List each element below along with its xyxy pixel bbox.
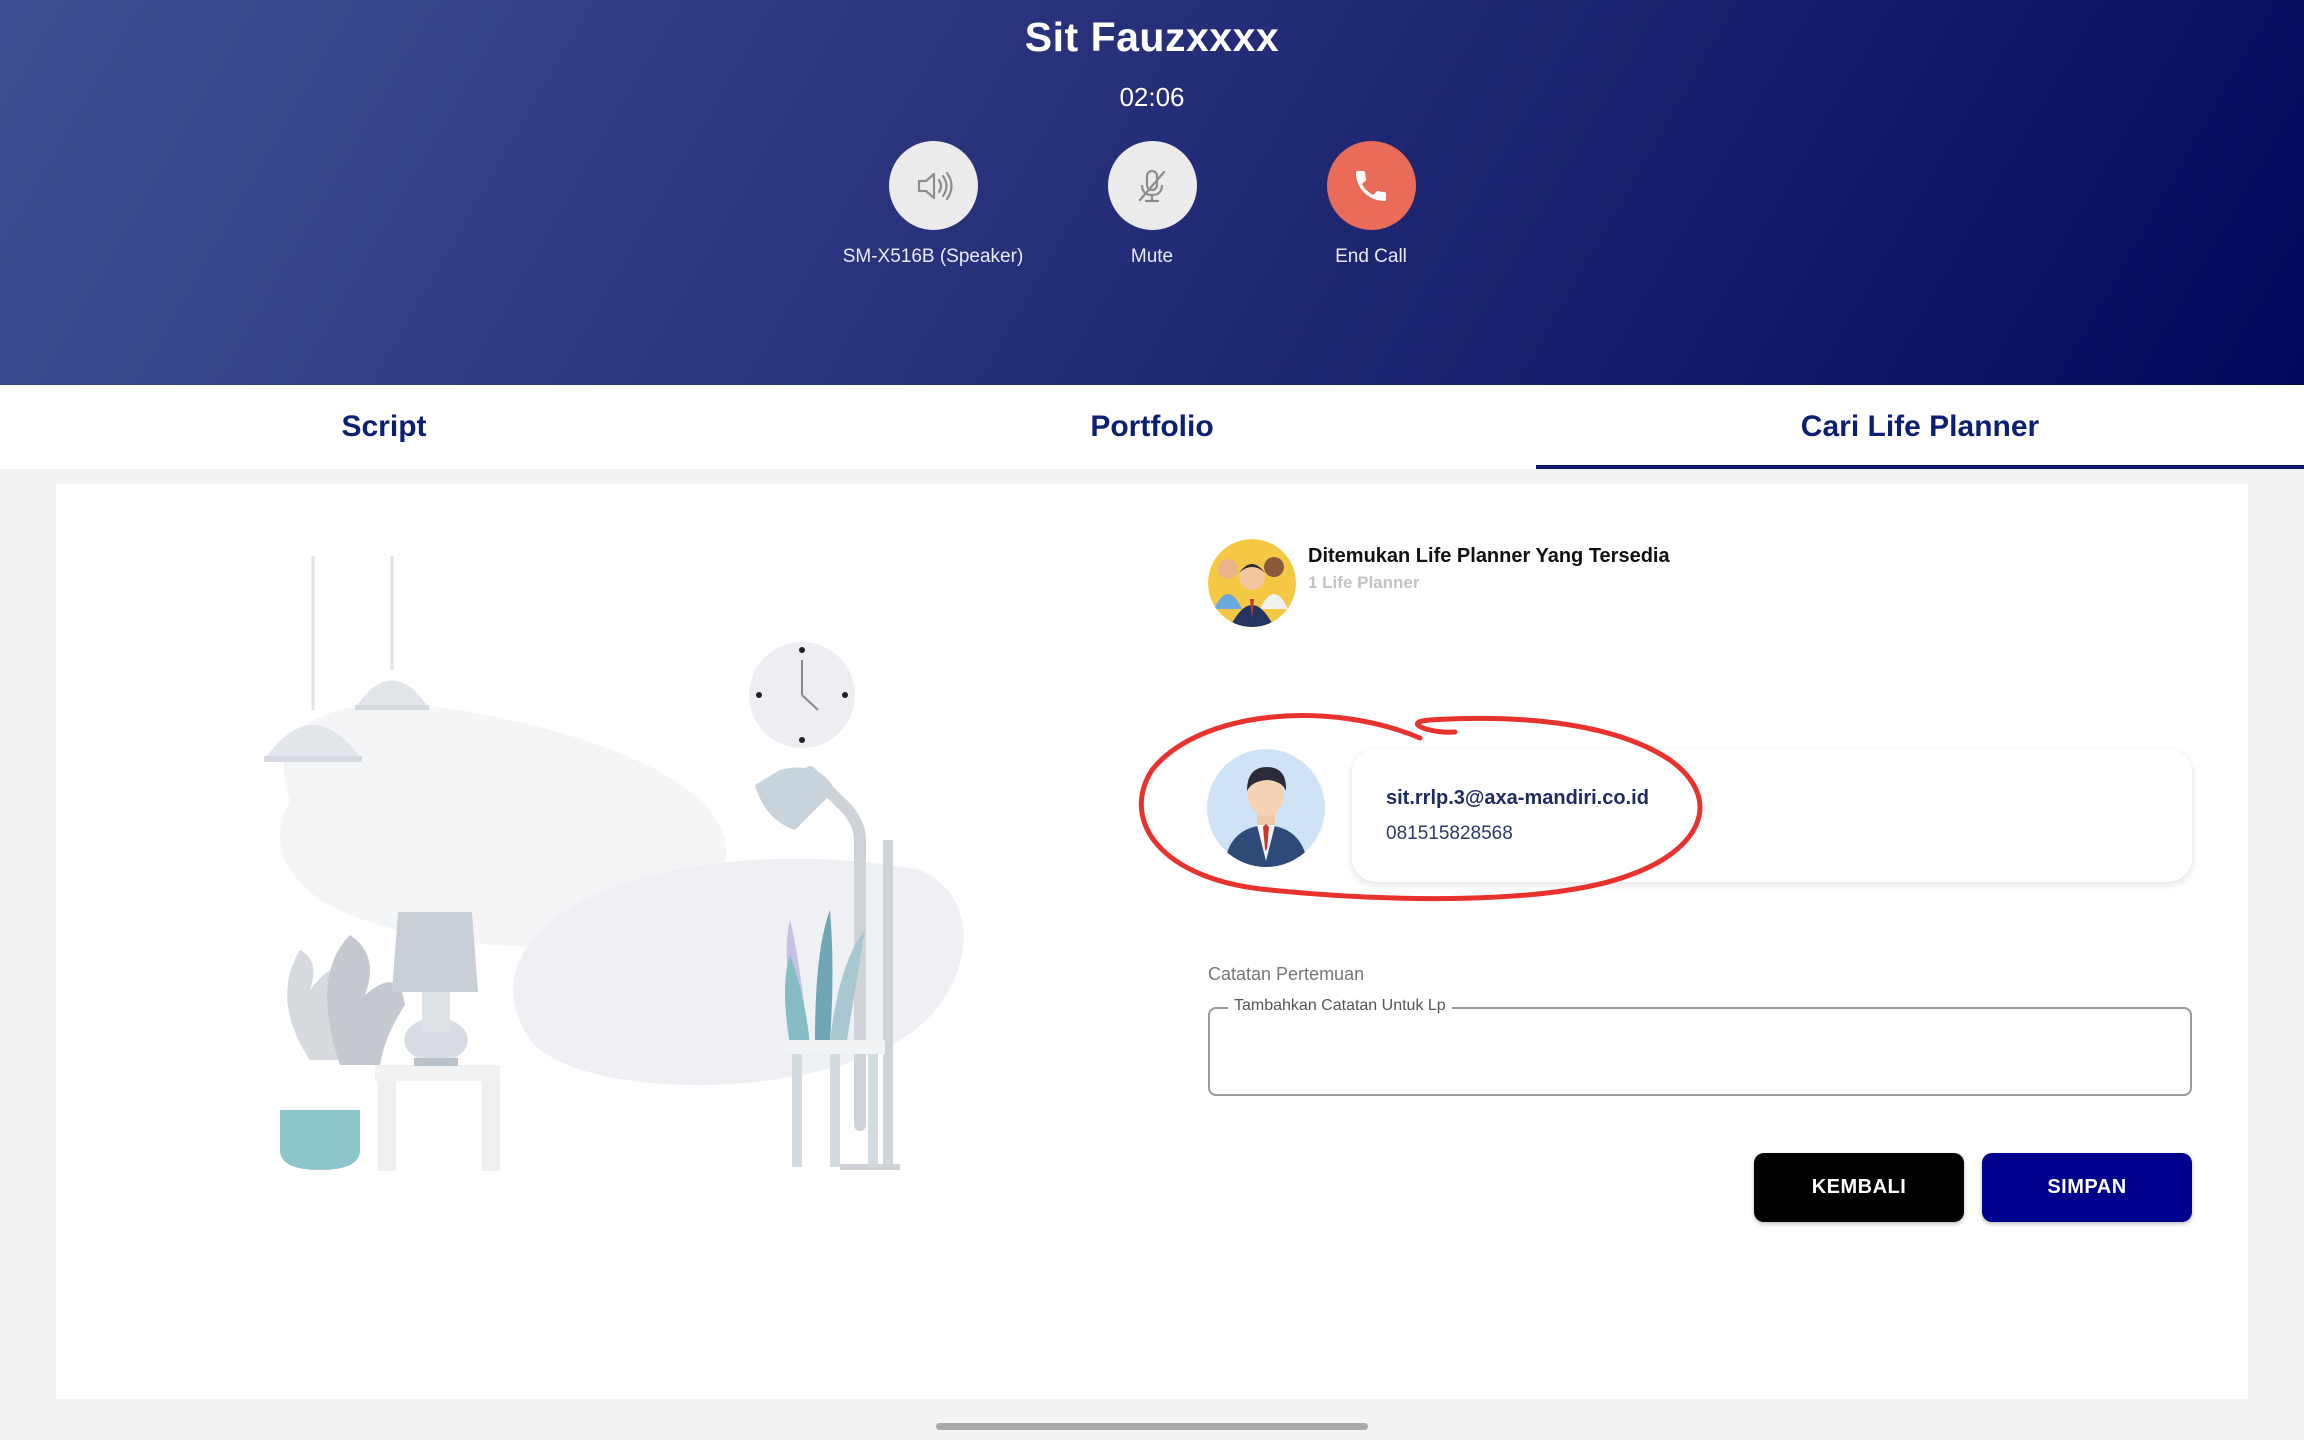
person-avatar-icon	[1207, 749, 1325, 867]
call-header: Sit Fauzxxxx 02:06 SM-X516B (Speaker) Mu…	[0, 0, 2304, 385]
notes-label: Catatan Pertemuan	[1208, 964, 1365, 984]
planner-email: sit.rrlp.3@axa-mandiri.co.id	[1386, 787, 1649, 809]
mute-control: Mute	[1052, 141, 1252, 268]
call-timer: 02:06	[1119, 82, 1185, 112]
speaker-label: SM-X516B (Speaker)	[842, 246, 1024, 267]
phone-icon	[1356, 170, 1386, 201]
speaker-icon	[917, 171, 953, 200]
caller-name: Sit Fauzxxxx	[1024, 14, 1280, 60]
back-button[interactable]: KEMBALI	[1754, 1153, 1964, 1222]
people-icon	[1208, 539, 1296, 627]
notes-field[interactable]: Tambahkan Catatan Untuk Lp	[1208, 997, 2192, 1096]
search-result-title: Ditemukan Life Planner Yang Tersedia	[1308, 545, 1670, 567]
search-result-header: Ditemukan Life Planner Yang Tersedia 1 L…	[1208, 539, 1670, 627]
notes-field-label: Tambahkan Catatan Untuk Lp	[1228, 997, 1452, 1015]
end-call-control: End Call	[1271, 141, 1471, 268]
end-call-button[interactable]	[1326, 141, 1416, 230]
speaker-control: SM-X516B (Speaker)	[833, 141, 1033, 268]
room-illustration	[264, 556, 964, 1171]
tab-portfolio[interactable]: Portfolio	[768, 385, 1536, 469]
home-indicator	[936, 1423, 1368, 1430]
mic-off-icon	[1138, 169, 1166, 202]
save-button[interactable]: SIMPAN	[1982, 1153, 2192, 1222]
group-avatar	[1208, 539, 1296, 627]
tab-bar: Script Portfolio Cari Life Planner	[0, 385, 2304, 469]
planner-card[interactable]: sit.rrlp.3@axa-mandiri.co.id 08151582856…	[1352, 749, 2192, 882]
planner-phone: 081515828568	[1386, 823, 1513, 844]
mute-label: Mute	[1130, 246, 1174, 267]
planner-avatar[interactable]	[1207, 749, 1325, 867]
end-call-label: End Call	[1335, 246, 1407, 267]
speaker-button[interactable]	[888, 141, 978, 230]
tab-script[interactable]: Script	[0, 385, 768, 469]
tab-cari-life-planner[interactable]: Cari Life Planner	[1536, 385, 2304, 469]
mute-button[interactable]	[1107, 141, 1197, 230]
search-result-count: 1 Life Planner	[1308, 573, 1420, 592]
notes-input[interactable]	[1226, 1031, 2176, 1085]
